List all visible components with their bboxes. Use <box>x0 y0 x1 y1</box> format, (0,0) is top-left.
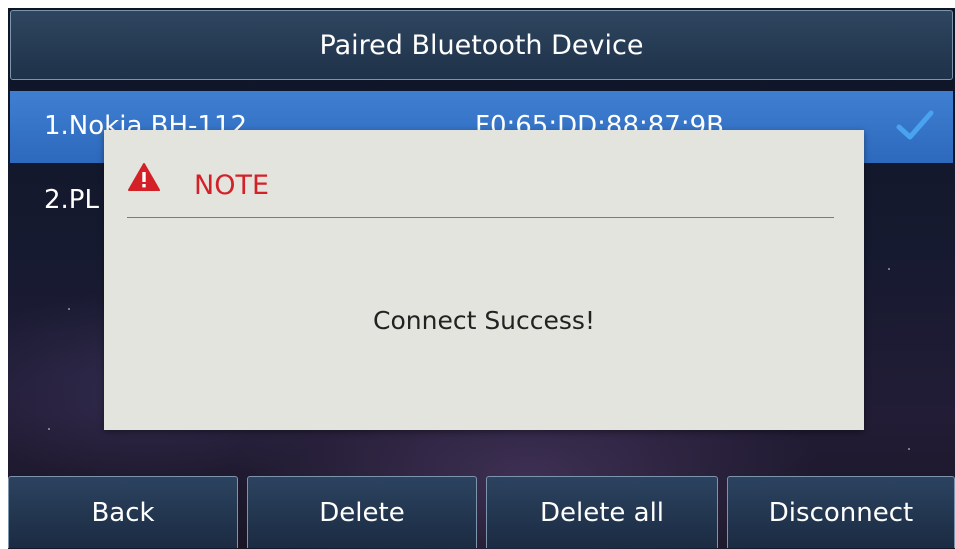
page-title: Paired Bluetooth Device <box>10 10 953 80</box>
background-star <box>68 308 70 310</box>
note-dialog: NOTE Connect Success! <box>104 130 864 430</box>
delete-all-button[interactable]: Delete all <box>486 476 718 548</box>
warning-icon <box>128 163 160 191</box>
background-star <box>888 268 890 270</box>
background-star <box>48 428 50 430</box>
device-name: 2.PL <box>44 185 99 215</box>
checkmark-icon <box>896 110 934 140</box>
delete-button[interactable]: Delete <box>247 476 477 548</box>
back-button[interactable]: Back <box>8 476 238 548</box>
softkey-bar: Back Delete Delete all Disconnect <box>0 476 955 549</box>
dialog-message: Connect Success! <box>373 306 595 335</box>
dialog-heading: NOTE <box>194 170 270 201</box>
background-star <box>908 448 910 450</box>
disconnect-button[interactable]: Disconnect <box>727 476 955 548</box>
dialog-divider <box>127 217 834 218</box>
page-title-text: Paired Bluetooth Device <box>319 29 644 61</box>
